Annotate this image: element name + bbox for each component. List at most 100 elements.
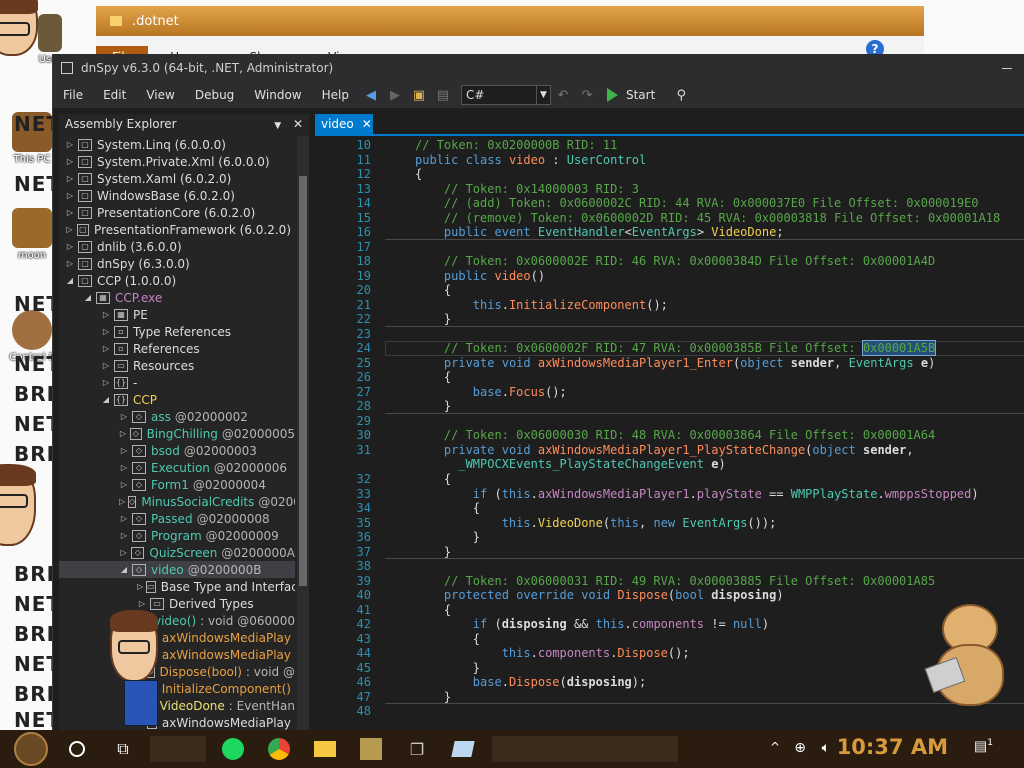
tree-node[interactable]: ▷ ▢ PresentationCore (6.0.2.0) — [59, 204, 295, 221]
tree-node[interactable]: ▷ ◇ ass @02000002 — [59, 408, 295, 425]
menu-debug[interactable]: Debug — [185, 88, 244, 102]
spotify-icon[interactable] — [216, 732, 250, 766]
code-line[interactable]: 14 // (add) Token: 0x0600002C RID: 44 RV… — [315, 196, 1024, 211]
collapsed-arrow-icon[interactable]: ▷ — [119, 463, 129, 472]
tree-node[interactable]: ◢ ▦ CCP.exe — [59, 289, 295, 306]
code-line[interactable]: 46 base.Dispose(disposing); — [315, 675, 1024, 690]
cortana-icon[interactable] — [60, 732, 94, 766]
code-line[interactable]: 38 — [315, 559, 1024, 574]
code-line[interactable]: 17 — [315, 240, 1024, 255]
collapsed-arrow-icon[interactable]: ▷ — [101, 310, 111, 319]
tree-node[interactable]: ▷{} - — [59, 374, 295, 391]
code-view[interactable]: 10 // Token: 0x0200000B RID: 11 11 public c… — [315, 138, 1024, 730]
collapsed-arrow-icon[interactable]: ▷ — [65, 140, 75, 149]
code-line[interactable]: 30 // Token: 0x06000030 RID: 48 RVA: 0x0… — [315, 428, 1024, 443]
chrome-icon[interactable] — [262, 732, 296, 766]
tree-node[interactable]: ◢ ▢ CCP (1.0.0.0) — [59, 272, 295, 289]
expanded-arrow-icon[interactable]: ◢ — [83, 293, 93, 302]
tree-node[interactable]: ▷ ▢ WindowsBase (6.0.2.0) — [59, 187, 295, 204]
code-line[interactable]: 13 // Token: 0x14000003 RID: 3 — [315, 182, 1024, 197]
collapsed-arrow-icon[interactable]: ▷ — [101, 361, 111, 370]
search-icon[interactable]: ⚲ — [673, 87, 689, 103]
collapsed-arrow-icon[interactable]: ▷ — [65, 191, 75, 200]
code-line[interactable]: _WMPOCXEvents_PlayStateChangeEvent e) — [315, 457, 1024, 472]
tree-node[interactable]: ▷ ▢ System.Linq (6.0.0.0) — [59, 136, 295, 153]
tree-node[interactable]: ▷ ◇ BingChilling @02000005 — [59, 425, 295, 442]
code-line[interactable]: 35 this.VideoDone(this, new EventArgs())… — [315, 516, 1024, 531]
minimize-icon[interactable] — [1002, 68, 1012, 69]
close-icon[interactable]: ✕ — [362, 117, 372, 131]
code-line[interactable]: 27 base.Focus(); — [315, 385, 1024, 400]
collapsed-arrow-icon[interactable]: ▷ — [119, 446, 129, 455]
task-view-icon[interactable]: ⧉ — [106, 732, 140, 766]
code-line[interactable]: 29 — [315, 414, 1024, 429]
code-line[interactable]: 48 — [315, 704, 1024, 719]
code-line[interactable]: 32 { — [315, 472, 1024, 487]
tree-node[interactable]: ▷ ▢ System.Private.Xml (6.0.0.0) — [59, 153, 295, 170]
menu-file[interactable]: File — [53, 88, 93, 102]
tree-node[interactable]: ▷ ▭ Resources — [59, 357, 295, 374]
tree-node[interactable]: ⚡VideoDone: EventHan — [59, 697, 295, 714]
start-menu-icon[interactable] — [14, 732, 48, 766]
collapsed-arrow-icon[interactable]: ▷ — [119, 480, 129, 489]
code-line[interactable]: 19 public video() — [315, 269, 1024, 284]
close-icon[interactable]: ✕ — [293, 117, 303, 131]
undo-icon[interactable]: ↶ — [555, 87, 571, 103]
menu-view[interactable]: View — [136, 88, 184, 102]
tree-node[interactable]: ▷ ▢ dnlib (3.6.0.0) — [59, 238, 295, 255]
code-line[interactable]: 36 } — [315, 530, 1024, 545]
code-line[interactable]: 31 private void axWindowsMediaPlayer1_Pl… — [315, 443, 1024, 458]
collapsed-arrow-icon[interactable]: ▷ — [119, 497, 125, 506]
code-line[interactable]: 26 { — [315, 370, 1024, 385]
back-icon[interactable]: ◀ — [363, 87, 379, 103]
collapsed-arrow-icon[interactable]: ▷ — [119, 412, 129, 421]
code-line[interactable]: 45 } — [315, 661, 1024, 676]
collapsed-arrow-icon[interactable]: ▷ — [65, 259, 75, 268]
tree-node[interactable]: ▷◇ MinusSocialCredits@0200 — [59, 493, 295, 510]
collapsed-arrow-icon[interactable]: ▷ — [101, 378, 111, 387]
code-line[interactable]: 24 // Token: 0x0600002F RID: 47 RVA: 0x0… — [315, 340, 1024, 356]
collapsed-arrow-icon[interactable]: ▷ — [137, 599, 147, 608]
tree-node[interactable]: ◈InitializeComponent() — [59, 680, 295, 697]
tree-node[interactable]: ▷ ◇ QuizScreen @0200000A — [59, 544, 295, 561]
collapsed-arrow-icon[interactable]: ▷ — [119, 429, 127, 438]
collapsed-arrow-icon[interactable]: ▷ — [65, 174, 75, 183]
tree-node[interactable]: ▷ ◇ Program @02000009 — [59, 527, 295, 544]
collapsed-arrow-icon[interactable]: ▷ — [65, 242, 75, 251]
tree-node[interactable]: ▷ ▢ dnSpy (6.3.0.0) — [59, 255, 295, 272]
code-line[interactable]: 25 private void axWindowsMediaPlayer1_En… — [315, 356, 1024, 371]
tree-node[interactable]: ▷ ▢ PresentationFramework (6.0.2.0) — [59, 221, 295, 238]
code-line[interactable]: 34 { — [315, 501, 1024, 516]
tree-node[interactable]: ◈axWindowsMediaPlay — [59, 714, 295, 730]
tree-node[interactable]: ◢{} CCP — [59, 391, 295, 408]
start-debug-button[interactable]: Start — [606, 88, 655, 102]
tree-node[interactable]: ▷ ▭ Base Type and Interfac — [59, 578, 295, 595]
open-icon[interactable]: ▣ — [411, 87, 427, 103]
tree-node[interactable]: ◈axWindowsMediaPlay — [59, 646, 295, 663]
menu-window[interactable]: Window — [244, 88, 311, 102]
code-line[interactable]: 15 // (remove) Token: 0x0600002D RID: 45… — [315, 211, 1024, 226]
menu-edit[interactable]: Edit — [93, 88, 136, 102]
tree-node[interactable]: ▷ ◇ Form1 @02000004 — [59, 476, 295, 493]
collapsed-arrow-icon[interactable]: ▷ — [119, 531, 129, 540]
app-thumbnail-icon[interactable] — [354, 732, 388, 766]
expanded-arrow-icon[interactable]: ◢ — [101, 395, 111, 404]
notepad-icon[interactable] — [446, 732, 480, 766]
forward-icon[interactable]: ▶ — [387, 87, 403, 103]
collapsed-arrow-icon[interactable]: ▷ — [65, 208, 75, 217]
collapsed-arrow-icon[interactable]: ▷ — [137, 582, 143, 591]
tree-node[interactable]: ▷ ◇ bsod @02000003 — [59, 442, 295, 459]
save-icon[interactable]: ▤ — [435, 87, 451, 103]
code-line[interactable]: 42 if (disposing && this.components != n… — [315, 617, 1024, 632]
expanded-arrow-icon[interactable]: ◢ — [65, 276, 75, 285]
code-line[interactable]: 39 // Token: 0x06000031 RID: 49 RVA: 0x0… — [315, 574, 1024, 589]
tree-node[interactable]: ▷ ▭ Derived Types — [59, 595, 295, 612]
scrollbar-thumb[interactable] — [299, 176, 307, 586]
tree-node[interactable]: ▷ ◇ Passed @02000008 — [59, 510, 295, 527]
tree-node[interactable]: ◈axWindowsMediaPlay — [59, 629, 295, 646]
code-line[interactable]: 44 this.components.Dispose(); — [315, 646, 1024, 661]
taskbar-clock[interactable]: 10:37 AM — [837, 735, 948, 759]
menu-help[interactable]: Help — [312, 88, 359, 102]
dnspy-window[interactable]: dnSpy v6.3.0 (64-bit, .NET, Administrato… — [52, 54, 1024, 730]
windows-restore-icon[interactable]: ❐ — [400, 732, 434, 766]
